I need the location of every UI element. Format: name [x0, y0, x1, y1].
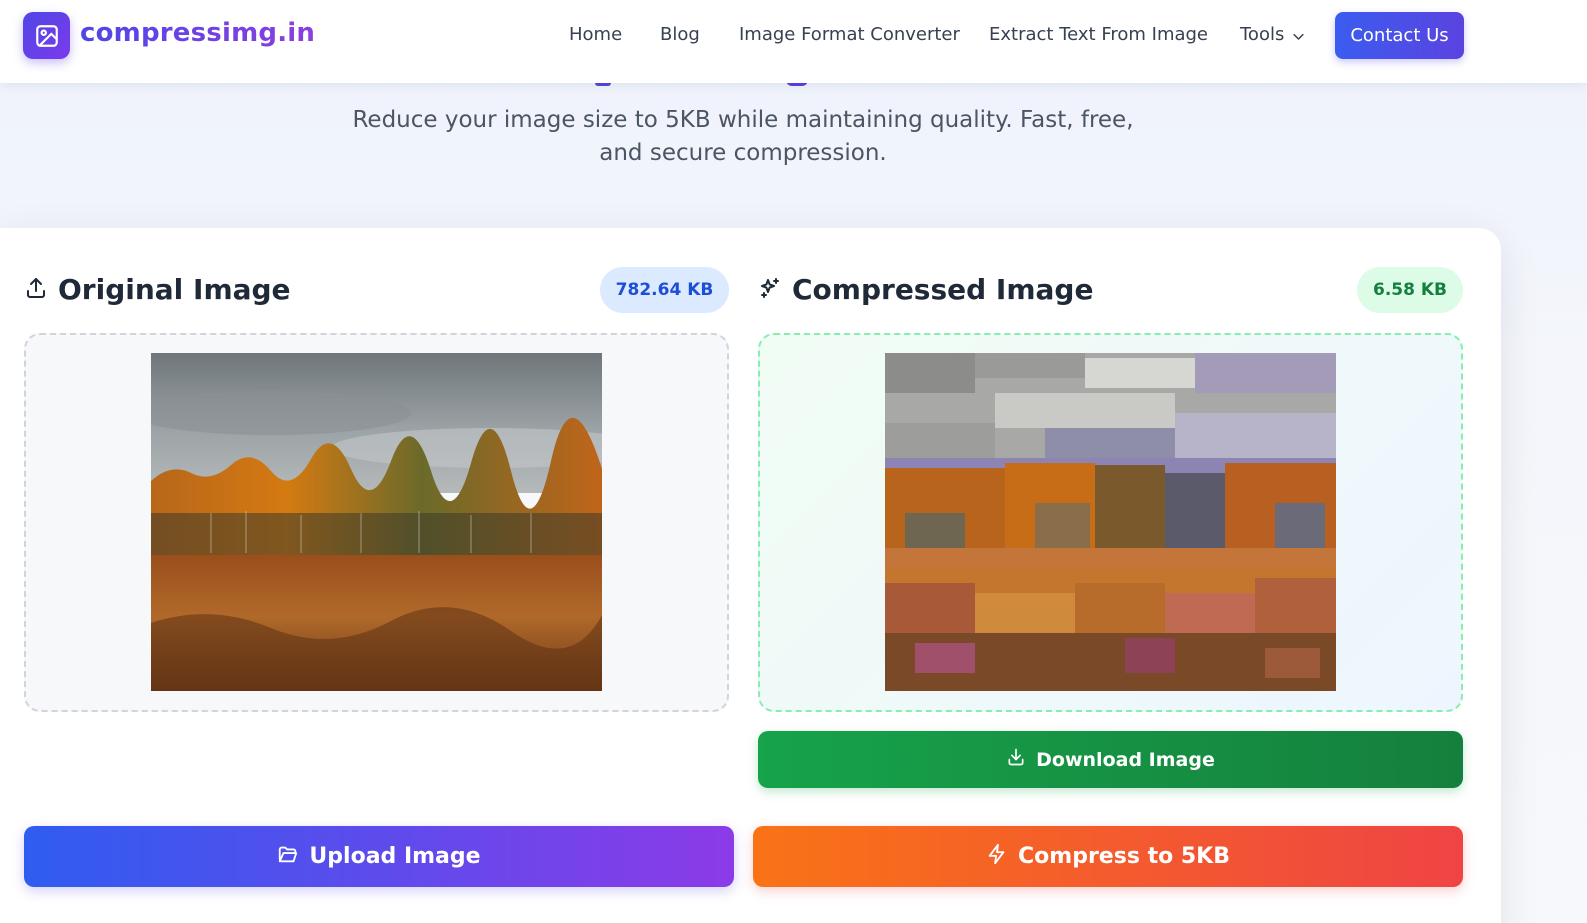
original-size-badge: 782.64 KB: [600, 267, 729, 313]
download-label: Download Image: [1036, 748, 1215, 771]
original-image-header: Original Image: [24, 273, 291, 306]
nav-link-extract-text[interactable]: Extract Text From Image: [989, 24, 1208, 45]
compress-label: Compress to 5KB: [1018, 844, 1230, 869]
folder-open-icon: [277, 843, 299, 871]
compressed-image-preview: [885, 353, 1336, 691]
original-image-title: Original Image: [58, 273, 291, 306]
chevron-down-icon[interactable]: [1291, 29, 1306, 48]
hero-subtitle: Reduce your image size to 5KB while main…: [352, 107, 1134, 166]
compress-button[interactable]: Compress to 5KB: [753, 826, 1463, 887]
upload-image-button[interactable]: Upload Image: [24, 826, 734, 887]
compressed-size-badge: 6.58 KB: [1357, 267, 1463, 313]
site-logo-text[interactable]: compressimg.in: [80, 18, 315, 48]
download-image-button[interactable]: Download Image: [758, 731, 1463, 788]
nav-link-image-format-converter[interactable]: Image Format Converter: [739, 24, 960, 45]
nav-link-blog[interactable]: Blog: [660, 24, 700, 45]
nav-tools-dropdown[interactable]: Tools: [1240, 24, 1284, 45]
compressed-image-title: Compressed Image: [792, 273, 1094, 306]
contact-us-button[interactable]: Contact Us: [1335, 12, 1464, 59]
upload-label: Upload Image: [309, 844, 481, 869]
zap-icon: [986, 843, 1008, 871]
sparkles-icon: [758, 276, 782, 304]
top-navbar: compressimg.in Home Blog Image Format Co…: [0, 0, 1587, 83]
original-image-preview: [151, 353, 602, 691]
download-icon: [1006, 747, 1026, 772]
logo-image-icon[interactable]: [23, 12, 70, 59]
nav-link-home[interactable]: Home: [569, 24, 622, 45]
upload-icon: [24, 276, 48, 304]
compressed-image-header: Compressed Image: [758, 273, 1093, 306]
